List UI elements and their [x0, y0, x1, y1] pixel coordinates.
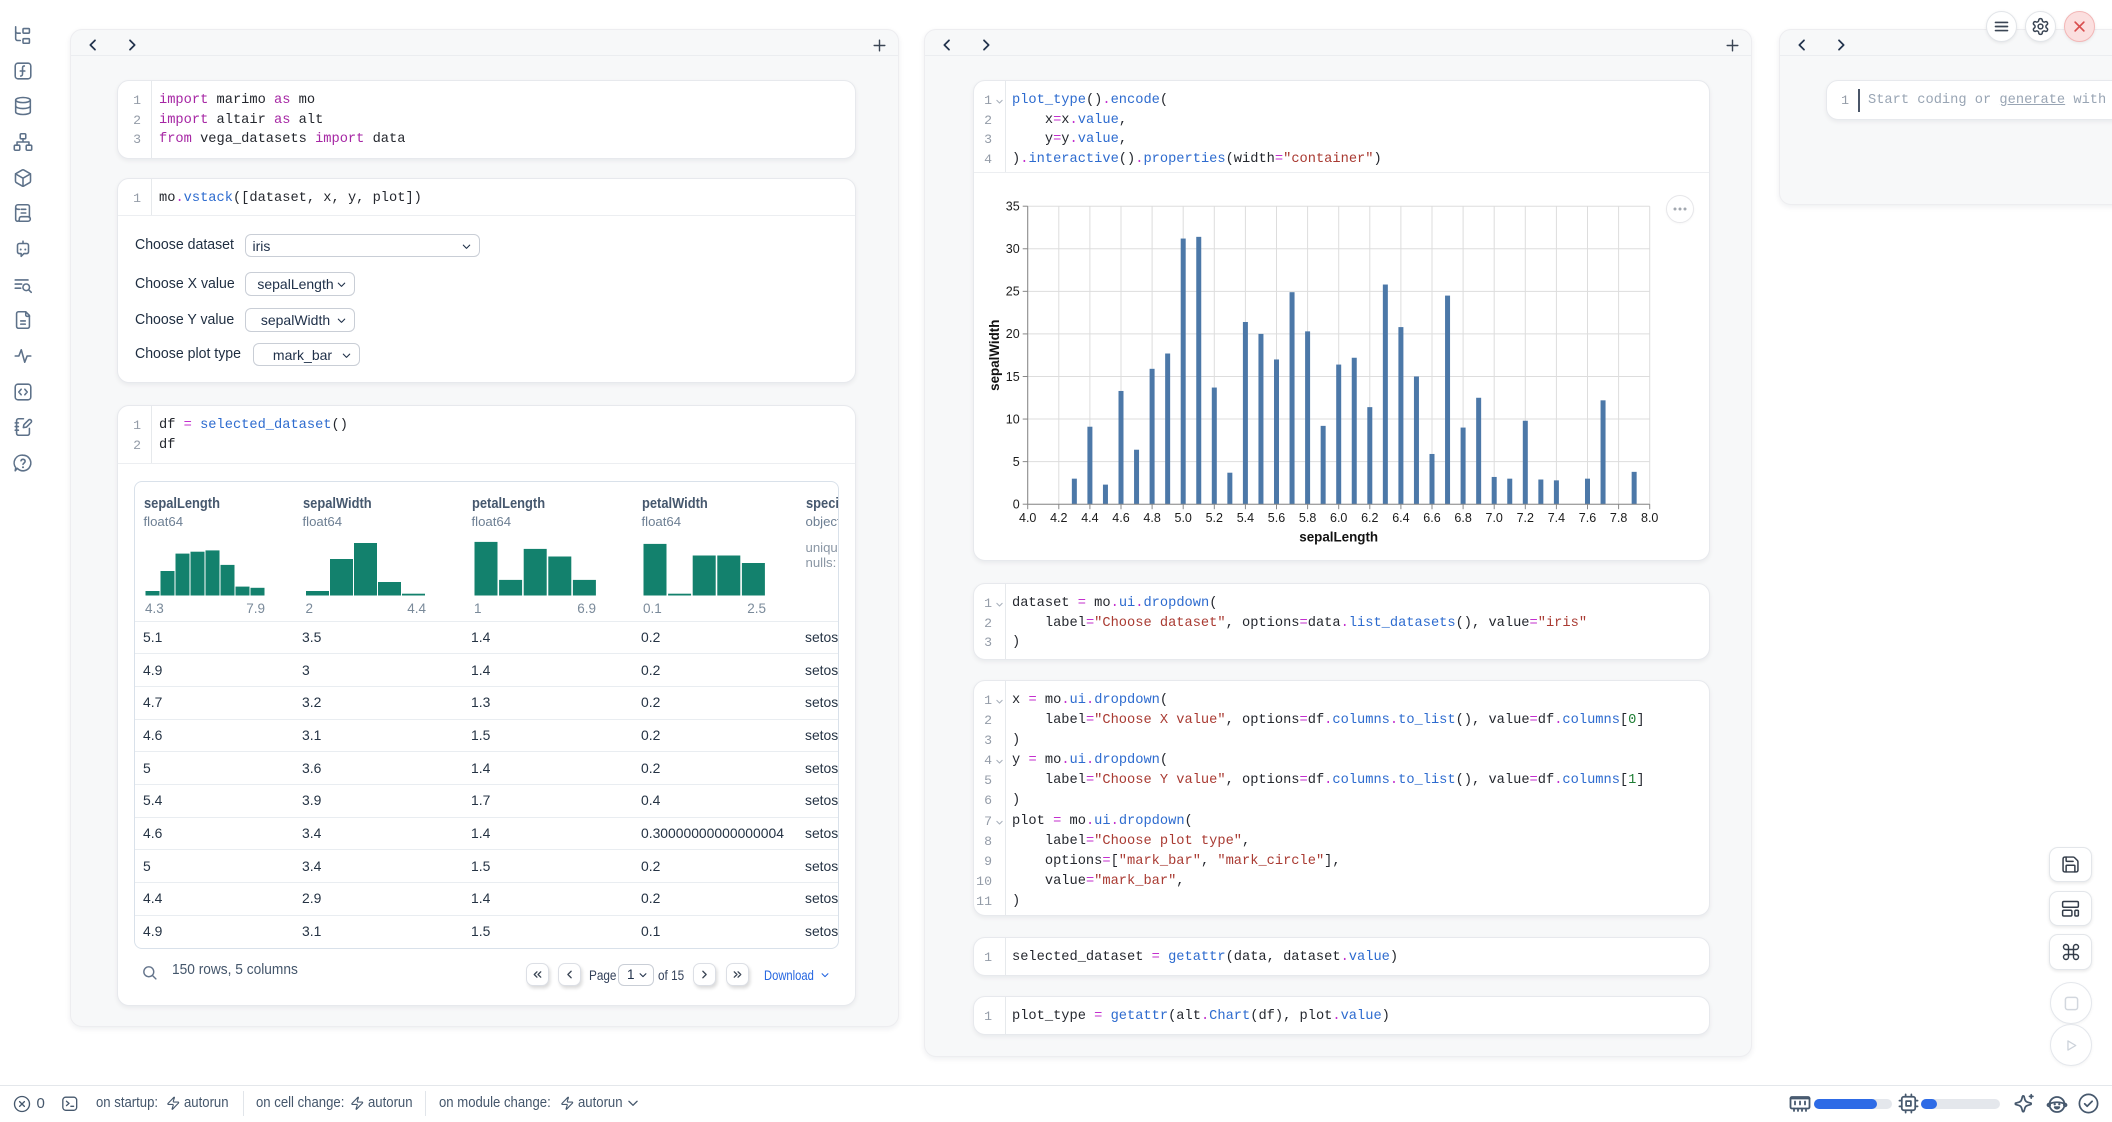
svg-text:7.2: 7.2	[1517, 511, 1534, 525]
svg-text:5.8: 5.8	[1299, 511, 1316, 525]
svg-text:6.6: 6.6	[1423, 511, 1440, 525]
svg-text:35: 35	[1006, 200, 1020, 214]
svg-text:7.4: 7.4	[1548, 511, 1565, 525]
svg-text:5: 5	[1013, 455, 1020, 469]
svg-text:4.8: 4.8	[1143, 511, 1160, 525]
svg-text:sepalLength: sepalLength	[1299, 529, 1378, 544]
svg-text:10: 10	[1006, 412, 1020, 426]
svg-text:25: 25	[1006, 285, 1020, 299]
svg-text:8.0: 8.0	[1641, 511, 1658, 525]
svg-text:5.2: 5.2	[1206, 511, 1223, 525]
svg-text:5.6: 5.6	[1268, 511, 1285, 525]
svg-text:6.0: 6.0	[1330, 511, 1347, 525]
svg-text:6.4: 6.4	[1392, 511, 1409, 525]
svg-text:7.6: 7.6	[1579, 511, 1596, 525]
svg-text:4.6: 4.6	[1112, 511, 1129, 525]
svg-text:0: 0	[1013, 498, 1020, 512]
svg-text:15: 15	[1006, 370, 1020, 384]
svg-text:4.4: 4.4	[1081, 511, 1098, 525]
svg-text:5.4: 5.4	[1237, 511, 1254, 525]
svg-text:6.2: 6.2	[1361, 511, 1378, 525]
svg-text:7.0: 7.0	[1486, 511, 1503, 525]
svg-text:sepalWidth: sepalWidth	[987, 320, 1002, 391]
svg-text:30: 30	[1006, 242, 1020, 256]
svg-text:4.0: 4.0	[1019, 511, 1036, 525]
svg-text:4.2: 4.2	[1050, 511, 1067, 525]
svg-text:7.8: 7.8	[1610, 511, 1627, 525]
svg-text:5.0: 5.0	[1175, 511, 1192, 525]
svg-text:6.8: 6.8	[1454, 511, 1471, 525]
svg-text:20: 20	[1006, 327, 1020, 341]
